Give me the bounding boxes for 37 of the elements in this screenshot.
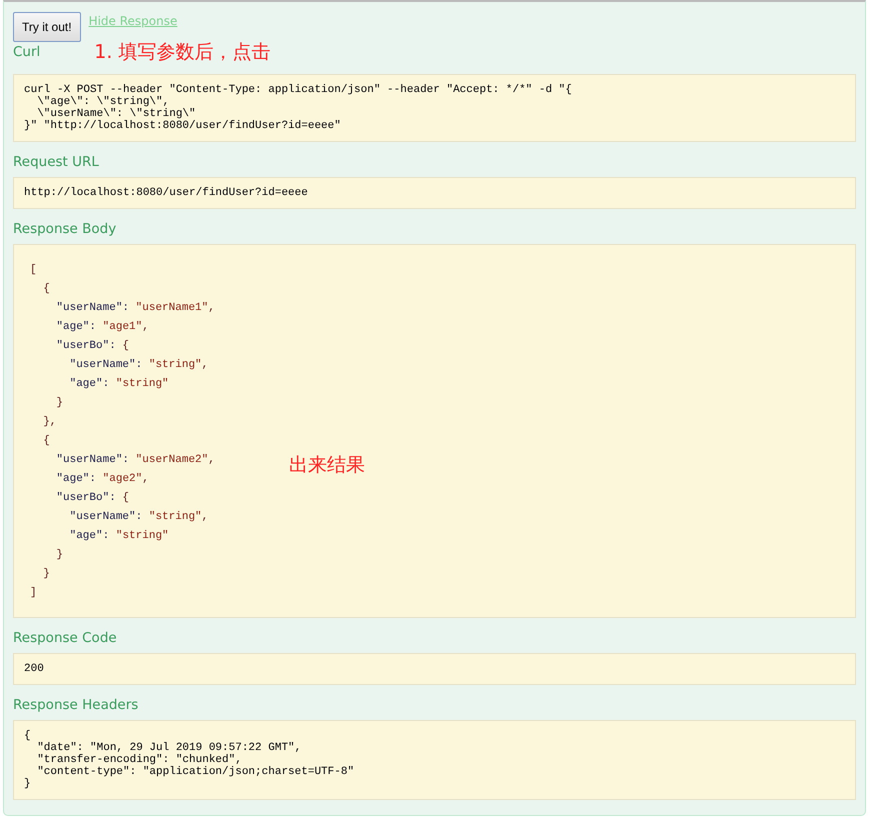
- code-line: "userBo": {: [55, 490, 130, 506]
- code-line: {: [42, 434, 50, 449]
- section-heading: Response Code: [13, 630, 117, 646]
- try-it-out-button[interactable]: Try it out!: [13, 12, 81, 42]
- section-heading: Request URL: [13, 154, 99, 170]
- section-heading: Response Body: [13, 220, 116, 237]
- code-line: "age": "age1",: [55, 320, 149, 335]
- code-line: ]: [30, 586, 37, 601]
- code-line: "transfer-encoding": "chunked",: [36, 754, 242, 766]
- code-line: "age": "string": [68, 376, 169, 392]
- code-line: "date": "Mon, 29 Jul 2019 09:57:22 GMT",: [36, 742, 302, 754]
- code-line: "userBo": {: [55, 338, 130, 354]
- code-line: http://localhost:8080/user/findUser?id=eeee: [24, 186, 308, 199]
- code-line: }: [42, 566, 50, 582]
- code-line: }: [55, 396, 64, 411]
- code-line: }: [55, 548, 64, 563]
- code-line: {: [24, 730, 31, 742]
- code-line: \"userName\": \"string\": [36, 108, 196, 120]
- code-line: [: [30, 262, 37, 278]
- code-line: "content-type": "application/json;charset=UTF-8": [36, 766, 354, 778]
- section-heading: Curl: [13, 44, 40, 60]
- code-line: }: [24, 778, 31, 790]
- code-line: }" "http://localhost:8080/user/findUser?id=eeee": [24, 120, 341, 132]
- code-line: curl -X POST --header "Content-Type: application/json" --header "Accept: */*" -d "{: [24, 84, 572, 96]
- code-line: },: [42, 414, 56, 430]
- section-heading: Response Headers: [13, 697, 138, 714]
- code-line: \"age\": \"string\",: [36, 96, 170, 108]
- code-line: {: [42, 282, 50, 297]
- code-line: "userName": "string",: [68, 358, 208, 373]
- code-line: "age": "string": [68, 528, 169, 544]
- code-line: "age": "age2",: [55, 472, 149, 487]
- annotation-text: 出来结果: [289, 452, 365, 478]
- code-line: 200: [24, 663, 44, 676]
- code-line: "userName": "string",: [68, 510, 208, 525]
- code-line: "userName": "userName2",: [55, 452, 215, 468]
- annotation-text: 1. 填写参数后，点击: [94, 40, 270, 65]
- code-line: "userName": "userName1",: [55, 300, 215, 316]
